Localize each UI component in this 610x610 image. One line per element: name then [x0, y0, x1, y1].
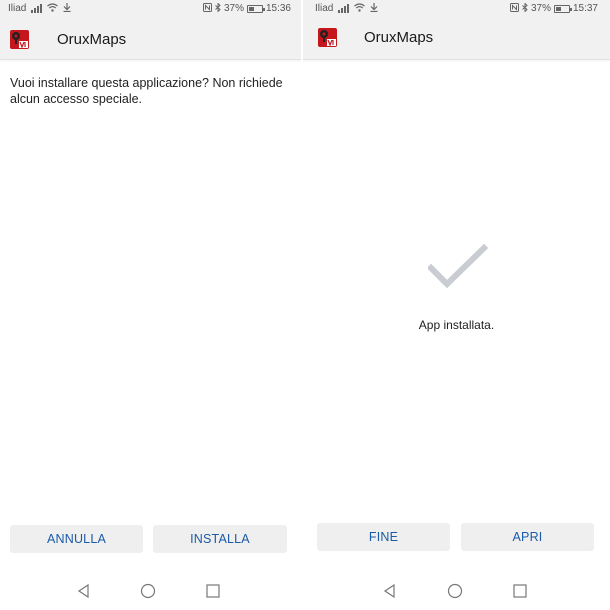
- app-bar: OruxMaps: [0, 18, 301, 60]
- checkmark-icon: [426, 243, 489, 290]
- wifi-icon: [354, 3, 366, 14]
- navigation-bar: [303, 575, 610, 607]
- app-title: OruxMaps: [57, 31, 127, 48]
- recents-icon[interactable]: [512, 583, 528, 599]
- install-question: Vuoi installare questa applicazione? Non…: [10, 76, 283, 106]
- recents-icon[interactable]: [205, 583, 221, 599]
- signal-icon: [31, 4, 43, 13]
- back-icon[interactable]: [382, 583, 398, 599]
- nfc-icon: [509, 3, 519, 14]
- navigation-bar: [0, 575, 301, 607]
- download-icon: [63, 3, 71, 14]
- download-icon: [370, 3, 378, 14]
- battery-percentage: 37%: [530, 3, 551, 14]
- carrier-label: Iliad: [8, 3, 27, 14]
- signal-icon: [338, 4, 350, 13]
- back-icon[interactable]: [76, 583, 92, 599]
- wifi-icon: [47, 3, 59, 14]
- home-icon[interactable]: [140, 583, 156, 599]
- home-icon[interactable]: [447, 583, 463, 599]
- cancel-button[interactable]: ANNULLA: [10, 525, 143, 553]
- battery-icon: [553, 4, 572, 13]
- done-button[interactable]: FINE: [317, 523, 450, 551]
- open-button[interactable]: APRI: [461, 523, 594, 551]
- oruxmaps-app-icon: [318, 28, 337, 47]
- status-bar: Iliad 37% 15:37: [303, 0, 610, 18]
- carrier-label: Iliad: [315, 3, 334, 14]
- app-title: OruxMaps: [364, 29, 434, 46]
- battery-percentage: 37%: [223, 3, 244, 14]
- oruxmaps-app-icon: [10, 30, 29, 49]
- installed-message: App installata.: [418, 318, 495, 332]
- clock: 15:37: [572, 3, 598, 14]
- install-complete-screen: Iliad 37% 15:37 OruxMaps App installata.…: [303, 0, 610, 610]
- status-bar: Iliad 37% 15:36: [0, 0, 301, 18]
- nfc-icon: [202, 3, 212, 14]
- battery-icon: [246, 4, 265, 13]
- clock: 15:36: [265, 3, 291, 14]
- app-bar: OruxMaps: [303, 18, 610, 60]
- bluetooth-icon: [215, 2, 221, 14]
- install-button[interactable]: INSTALLA: [153, 525, 287, 553]
- bluetooth-icon: [522, 2, 528, 14]
- install-prompt-screen: Iliad 37% 15:36 OruxMaps Vuoi installare…: [0, 0, 301, 610]
